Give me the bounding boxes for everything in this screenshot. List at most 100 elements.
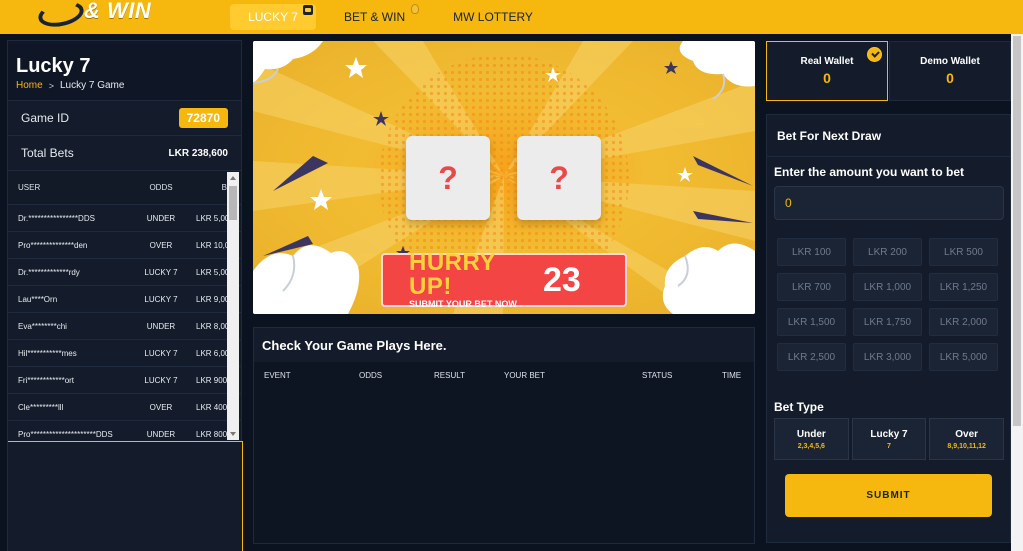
scroll-thumb[interactable]: [229, 186, 237, 220]
column-header-status: STATUS: [642, 371, 673, 380]
top-bar: & WIN LUCKY 7 BET & WIN MW LOTTERY: [0, 0, 1023, 34]
cell-odds: LUCKY 7: [144, 294, 178, 304]
demo-wallet-card[interactable]: Demo Wallet 0: [889, 41, 1011, 101]
bet-type-over[interactable]: Over 8,9,10,11,12: [929, 418, 1005, 460]
amount-chip[interactable]: LKR 1,000: [853, 273, 922, 301]
amount-chip[interactable]: LKR 700: [777, 273, 846, 301]
bet-type-name: Under: [796, 428, 826, 440]
total-bets-row: Total Bets LKR 238,600: [8, 136, 241, 171]
game-id-row: Game ID 72870: [8, 101, 241, 136]
cell-odds: OVER: [149, 402, 173, 412]
cell-odds: LUCKY 7: [144, 375, 178, 385]
amount-chip[interactable]: LKR 1,750: [853, 308, 922, 336]
countdown-timer: 23: [543, 260, 581, 299]
bet-amount-prompt: Enter the amount you want to bet: [774, 165, 965, 179]
amount-chip[interactable]: LKR 100: [777, 238, 846, 266]
bet-type-under[interactable]: Under 2,3,4,5,6: [774, 418, 849, 460]
amount-chip[interactable]: LKR 1,250: [929, 273, 998, 301]
amount-chip[interactable]: LKR 200: [853, 238, 922, 266]
cell-user: Hil***********mes: [18, 348, 77, 358]
bet-type-numbers: 2,3,4,5,6: [797, 442, 825, 450]
bet-type-name: Lucky 7: [870, 428, 908, 440]
cell-odds: UNDER: [146, 213, 176, 223]
bets-table-header: USER ODDS B: [8, 171, 241, 205]
bet-type-name: Over: [955, 428, 979, 440]
submit-button[interactable]: SUBMIT: [785, 474, 992, 517]
column-header-time: TIME: [722, 371, 742, 380]
cell-bet: LKR 10,0: [196, 240, 230, 250]
bet-type-options: Under 2,3,4,5,6 Lucky 7 7 Over 8,9,10,11…: [774, 418, 1005, 460]
bet-type-numbers: 7: [887, 442, 891, 450]
nav-item-label: MW LOTTERY: [453, 10, 533, 24]
amount-chip[interactable]: LKR 500: [929, 238, 998, 266]
bets-table-scrollbar[interactable]: [227, 172, 239, 440]
hurry-up-title: HURRY UP!: [409, 248, 496, 300]
scroll-down-icon[interactable]: [230, 432, 236, 436]
bet-amount-input[interactable]: [774, 186, 1004, 220]
cell-odds: OVER: [149, 240, 173, 250]
check-circle-icon: [867, 47, 882, 62]
amount-chip[interactable]: LKR 1,500: [777, 308, 846, 336]
amount-chip[interactable]: LKR 2,500: [777, 343, 846, 371]
amount-chip[interactable]: LKR 3,000: [853, 343, 922, 371]
cell-bet: LKR 900: [196, 375, 228, 385]
game-stage: ? ? HURRY UP! SUBMIT YOUR BET NOW 23: [253, 41, 755, 314]
cell-user: Pro**************den: [18, 240, 88, 250]
real-wallet-card[interactable]: Real Wallet 0: [766, 41, 888, 101]
hurry-up-subtitle: SUBMIT YOUR BET NOW: [409, 298, 517, 309]
game-icon: [303, 5, 313, 15]
scroll-up-icon[interactable]: [230, 176, 236, 180]
page-title: Lucky 7: [16, 55, 91, 77]
cell-user: Cle*********lll: [18, 402, 64, 412]
amount-chip[interactable]: LKR 5,000: [929, 343, 998, 371]
column-header-odds: ODDS: [149, 183, 173, 192]
cell-odds: UNDER: [146, 429, 176, 439]
dice-left: ?: [406, 136, 490, 220]
amount-chip[interactable]: LKR 2,000: [929, 308, 998, 336]
table-row: Lau****Orn LUCKY 7 LKR 9,00: [8, 286, 241, 313]
column-header-your-bet: YOUR BET: [504, 371, 545, 380]
bet-type-lucky-7[interactable]: Lucky 7 7: [851, 418, 927, 460]
column-header-bet: B: [221, 183, 227, 192]
demo-wallet-balance: 0: [946, 70, 954, 86]
cell-odds: LUCKY 7: [144, 348, 178, 358]
page-scroll-thumb[interactable]: [1013, 36, 1021, 426]
column-header-odds: ODDS: [359, 371, 383, 380]
demo-wallet-label: Demo Wallet: [920, 56, 980, 67]
cell-user: Pro*********************DDS: [18, 429, 113, 439]
column-header-result: RESULT: [434, 371, 465, 380]
hurry-up-text: HURRY UP! SUBMIT YOUR BET NOW: [383, 248, 543, 310]
dice-unknown-value: ?: [549, 159, 569, 196]
table-row: Dr.****************DDS UNDER LKR 5,00: [8, 205, 241, 232]
page-scrollbar[interactable]: [1011, 34, 1023, 551]
cell-bet: LKR 5,00: [196, 267, 230, 277]
breadcrumb-home-link[interactable]: Home: [16, 80, 43, 91]
amount-chips: LKR 100 LKR 200 LKR 500 LKR 700 LKR 1,00…: [777, 238, 1002, 371]
nav-item-bet-and-win[interactable]: BET & WIN: [324, 4, 425, 30]
table-row: Eva********chi UNDER LKR 8,00: [8, 313, 241, 340]
bet-type-label: Bet Type: [774, 400, 824, 414]
cell-user: Eva********chi: [18, 321, 67, 331]
column-header-user: USER: [18, 183, 41, 192]
column-header-event: EVENT: [264, 371, 291, 380]
nav-item-lucky-7[interactable]: LUCKY 7: [230, 4, 316, 30]
table-row: Cle*********lll OVER LKR 400: [8, 394, 241, 421]
brand-logo[interactable]: & WIN: [38, 0, 151, 28]
cell-odds: LUCKY 7: [144, 267, 178, 277]
bet-type-numbers: 8,9,10,11,12: [947, 442, 986, 450]
cell-user: Dr.****************DDS: [18, 213, 95, 223]
cell-bet: LKR 800: [196, 429, 228, 439]
hurry-up-banner: HURRY UP! SUBMIT YOUR BET NOW 23: [381, 248, 627, 310]
fire-icon: [411, 4, 420, 14]
cell-odds: UNDER: [146, 321, 176, 331]
bet-panel: Bet For Next Draw Enter the amount you w…: [766, 114, 1011, 543]
nav-item-mw-lottery[interactable]: MW LOTTERY: [433, 4, 553, 30]
cell-bet: LKR 6,00: [196, 348, 230, 358]
game-plays-panel: Check Your Game Plays Here. EVENT ODDS R…: [253, 327, 755, 544]
table-row: Hil***********mes LUCKY 7 LKR 6,00: [8, 340, 241, 367]
table-row: Pro*********************DDS UNDER LKR 80…: [8, 421, 241, 439]
game-plays-title: Check Your Game Plays Here.: [254, 328, 754, 362]
cell-bet: LKR 9,00: [196, 294, 230, 304]
logo-mark-icon: [38, 0, 78, 24]
dice-right: ?: [517, 136, 601, 220]
